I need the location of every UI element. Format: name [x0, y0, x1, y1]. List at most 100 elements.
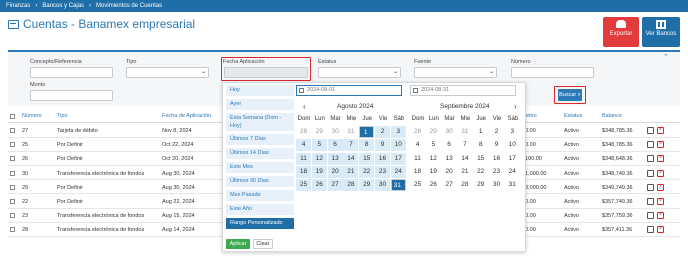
range-option[interactable]: Este Año	[226, 204, 294, 215]
calendar-day[interactable]: 30	[489, 179, 504, 191]
edit-icon[interactable]	[647, 226, 654, 234]
buscar-button[interactable]: Buscar ⌕	[558, 89, 582, 101]
clear-button[interactable]: Clear	[253, 239, 273, 249]
calendar-day[interactable]: 1	[359, 126, 375, 138]
calendar-day[interactable]: 5	[426, 139, 441, 151]
calendar-day[interactable]: 14	[457, 153, 472, 165]
calendar-day[interactable]: 15	[473, 153, 488, 165]
calendar-day[interactable]: 28	[457, 179, 472, 191]
calendar-day[interactable]: 11	[410, 153, 425, 165]
calendar-day[interactable]: 18	[296, 165, 311, 178]
row-checkbox[interactable]	[10, 227, 15, 233]
calendar-day[interactable]: 28	[343, 179, 359, 192]
edit-icon[interactable]	[647, 127, 654, 134]
breadcrumb-item-finanzas[interactable]: Finanzas	[6, 3, 30, 9]
calendar-day[interactable]: 15	[359, 152, 375, 165]
calendar-day[interactable]: 13	[442, 153, 457, 165]
calendar-day[interactable]: 11	[296, 152, 311, 165]
fuente-select[interactable]: ⌄	[414, 67, 497, 78]
calendar-day[interactable]: 9	[375, 139, 390, 152]
calendar-day[interactable]: 20	[327, 165, 343, 178]
calendar-day[interactable]: 31	[390, 179, 406, 192]
calendar-day[interactable]: 4	[410, 139, 425, 151]
edit-icon[interactable]	[647, 198, 654, 205]
calendar-day[interactable]: 1	[473, 126, 488, 138]
select-all-checkbox[interactable]	[10, 114, 15, 119]
range-option[interactable]: Este Mes	[226, 162, 294, 173]
breadcrumb-item-bancos[interactable]: Bancos y Cajas	[42, 3, 84, 9]
calendar-day[interactable]: 10	[390, 139, 406, 152]
calendar-day[interactable]: 29	[473, 179, 488, 191]
calendar-day[interactable]: 28	[410, 126, 425, 138]
header-tipo[interactable]: Tipo	[57, 113, 68, 119]
calendar-day[interactable]: 31	[343, 126, 358, 138]
edit-icon[interactable]	[647, 183, 654, 191]
edit-icon[interactable]	[647, 141, 654, 149]
calendar-day[interactable]: 16	[375, 152, 390, 165]
edit-icon[interactable]	[647, 155, 654, 163]
calendar-day[interactable]: 8	[359, 139, 375, 152]
calendar-day[interactable]: 10	[505, 139, 520, 151]
calendar-day[interactable]: 26	[426, 179, 441, 191]
calendar-day[interactable]: 3	[390, 126, 406, 138]
numero-input[interactable]	[511, 67, 594, 78]
calendar-day[interactable]: 12	[426, 153, 441, 165]
delete-icon[interactable]: ×	[657, 155, 664, 163]
monto-input[interactable]	[30, 90, 113, 101]
delete-icon[interactable]: ×	[657, 141, 664, 149]
calendar-day[interactable]: 24	[505, 166, 520, 178]
range-option[interactable]: Esta Semana (Dom - Hoy)	[226, 113, 294, 131]
calendar-day[interactable]: 20	[442, 166, 457, 178]
calendar-day[interactable]: 18	[410, 166, 425, 178]
header-numero[interactable]: Número	[22, 113, 42, 119]
row-checkbox[interactable]	[10, 156, 15, 162]
range-option[interactable]: Mes Pasado	[226, 190, 294, 201]
calendar-day[interactable]: 22	[473, 166, 488, 178]
calendar-day[interactable]: 29	[426, 126, 441, 138]
calendar-day[interactable]: 2	[489, 126, 504, 138]
row-checkbox[interactable]	[10, 142, 15, 148]
edit-icon[interactable]	[647, 169, 654, 177]
calendar-day[interactable]: 25	[410, 179, 425, 191]
range-option[interactable]: Ayer	[226, 99, 294, 110]
calendar-day[interactable]: 31	[457, 126, 472, 138]
calendar-day[interactable]: 21	[457, 166, 472, 178]
calendar-day[interactable]: 25	[296, 179, 311, 192]
range-option[interactable]: Últimos 14 Días	[226, 148, 294, 159]
chevron-up-icon[interactable]: ⌃	[663, 53, 669, 61]
range-option[interactable]: Rango Personalizado	[226, 218, 294, 229]
calendar-day[interactable]: 4	[296, 139, 311, 152]
calendar-day[interactable]: 19	[426, 166, 441, 178]
next-month-icon[interactable]: ›	[514, 102, 517, 111]
header-balance[interactable]: Balance	[602, 113, 622, 119]
calendar-day[interactable]: 30	[442, 126, 457, 138]
calendar-day[interactable]: 14	[343, 152, 359, 165]
calendar-day[interactable]: 26	[311, 179, 327, 192]
calendar-day[interactable]: 23	[489, 166, 504, 178]
row-checkbox[interactable]	[10, 199, 15, 204]
header-fecha[interactable]: Fecha de Aplicación	[162, 113, 211, 119]
calendar-day[interactable]: 6	[442, 139, 457, 151]
row-checkbox[interactable]	[10, 213, 15, 219]
tipo-select[interactable]: ⌄	[126, 67, 209, 78]
calendar-day[interactable]: 30	[375, 179, 390, 192]
calendar-day[interactable]: 7	[457, 139, 472, 151]
calendar-day[interactable]: 30	[328, 126, 343, 138]
ver-bancos-button[interactable]: Ver Bancos	[642, 17, 680, 47]
calendar-day[interactable]: 27	[442, 179, 457, 191]
calendar-day[interactable]: 5	[311, 139, 327, 152]
delete-icon[interactable]: ×	[657, 226, 664, 234]
calendar-day[interactable]: 19	[311, 165, 327, 178]
delete-icon[interactable]: ×	[657, 198, 664, 205]
range-option[interactable]: Últimos 7 Días	[226, 134, 294, 145]
fecha-input[interactable]	[224, 67, 308, 78]
estatus-select[interactable]: ⌄	[318, 67, 401, 78]
delete-icon[interactable]: ×	[657, 169, 664, 177]
prev-month-icon[interactable]: ‹	[303, 102, 306, 111]
concepto-input[interactable]	[30, 67, 113, 78]
calendar-day[interactable]: 17	[390, 152, 406, 165]
calendar-day[interactable]: 21	[343, 165, 359, 178]
calendar-day[interactable]: 29	[359, 179, 375, 192]
aplicar-button[interactable]: Aplicar	[226, 239, 250, 249]
calendar-day[interactable]: 16	[489, 153, 504, 165]
